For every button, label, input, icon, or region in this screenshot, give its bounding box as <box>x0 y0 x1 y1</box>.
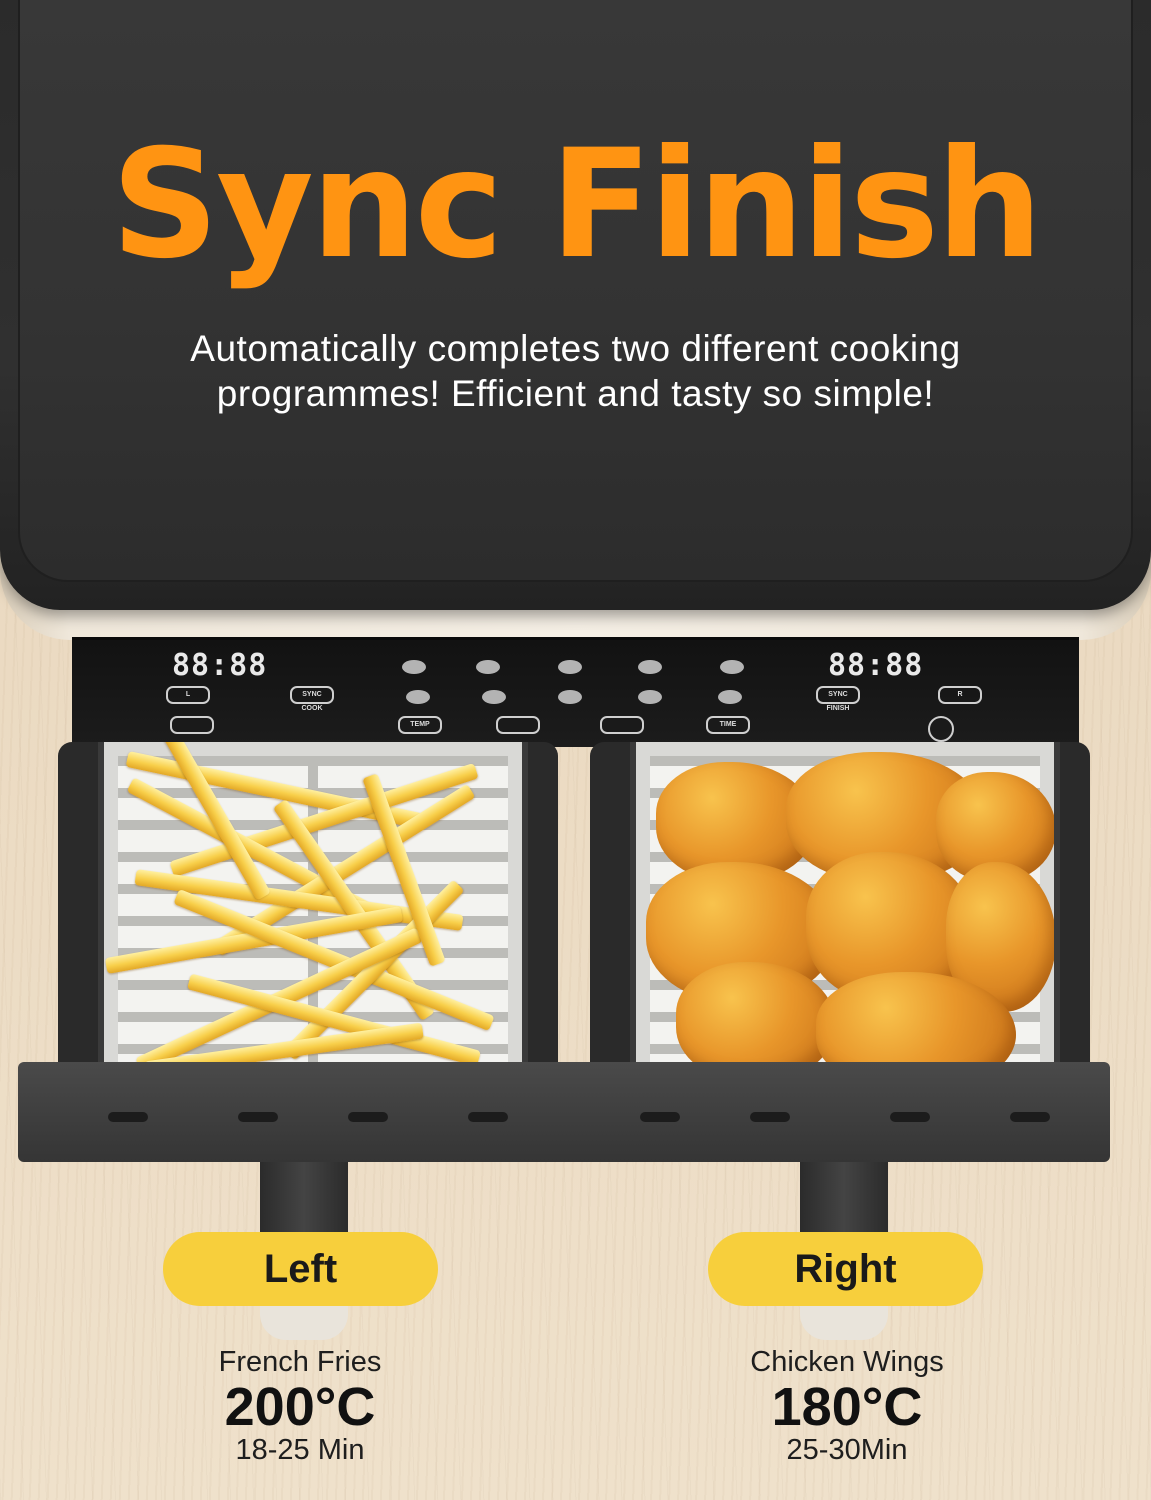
steak-preset-icon[interactable] <box>476 660 500 674</box>
chevron-up-icon[interactable] <box>496 716 540 734</box>
bake-preset-icon[interactable] <box>720 660 744 674</box>
left-handle-tip <box>260 1302 348 1340</box>
vegetable-preset-icon[interactable] <box>406 690 430 704</box>
right-timer-display: 88:88 <box>828 648 924 683</box>
headline: Sync Finish <box>111 118 1043 292</box>
muffin-preset-icon[interactable] <box>482 690 506 704</box>
right-food-temperature: 180°C <box>771 1377 923 1437</box>
drawer-slot <box>1010 1112 1050 1122</box>
drawer-slot <box>750 1112 790 1122</box>
right-handle-tip <box>800 1302 888 1340</box>
chicken-preset-icon[interactable] <box>558 660 582 674</box>
drawer-slot <box>108 1112 148 1122</box>
subheadline-line-2: programmes! Efficient and tasty so simpl… <box>216 373 935 414</box>
air-fryer-lid <box>0 0 1151 610</box>
temp-button[interactable]: TEMP <box>398 716 442 734</box>
right-food-time: 25-30Min <box>786 1434 908 1466</box>
left-basket <box>98 742 528 1102</box>
reheat-preset-icon[interactable] <box>558 690 582 704</box>
shake-icon[interactable] <box>718 690 742 704</box>
subheadline: Automatically completes two different co… <box>140 326 1011 416</box>
sync-cook-button[interactable]: SYNC COOK <box>290 686 334 712</box>
drawer-slot <box>348 1112 388 1122</box>
left-basket-button[interactable]: L <box>166 686 210 704</box>
control-panel: 88:88 88:88 L SYNC COOK TEMP SYNC FINISH… <box>72 637 1079 747</box>
left-drawer-front <box>18 1062 578 1162</box>
left-timer-display: 88:88 <box>172 648 268 683</box>
sync-finish-button[interactable]: SYNC FINISH <box>816 686 860 712</box>
time-button[interactable]: TIME <box>706 716 750 734</box>
drawer-slot <box>890 1112 930 1122</box>
left-food-time: 18-25 Min <box>235 1434 365 1466</box>
left-food-temperature: 200°C <box>224 1377 376 1437</box>
play-pause-icon[interactable] <box>170 716 214 734</box>
drawer-slot <box>640 1112 680 1122</box>
dehydrate-preset-icon[interactable] <box>638 690 662 704</box>
subheadline-line-1: Automatically completes two different co… <box>190 328 961 369</box>
fries-preset-icon[interactable] <box>402 660 426 674</box>
fish-preset-icon[interactable] <box>638 660 662 674</box>
left-basket-label: Left <box>163 1232 438 1306</box>
right-basket <box>630 742 1060 1102</box>
right-drawer[interactable] <box>550 742 1110 1162</box>
drawer-slot <box>238 1112 278 1122</box>
left-drawer[interactable] <box>18 742 578 1162</box>
left-food-name: French Fries <box>218 1346 382 1378</box>
power-icon[interactable] <box>928 716 954 742</box>
drawer-slot <box>468 1112 508 1122</box>
right-drawer-front <box>550 1062 1110 1162</box>
right-food-name: Chicken Wings <box>750 1346 944 1378</box>
chevron-down-icon[interactable] <box>600 716 644 734</box>
right-basket-label: Right <box>708 1232 983 1306</box>
right-basket-button[interactable]: R <box>938 686 982 704</box>
